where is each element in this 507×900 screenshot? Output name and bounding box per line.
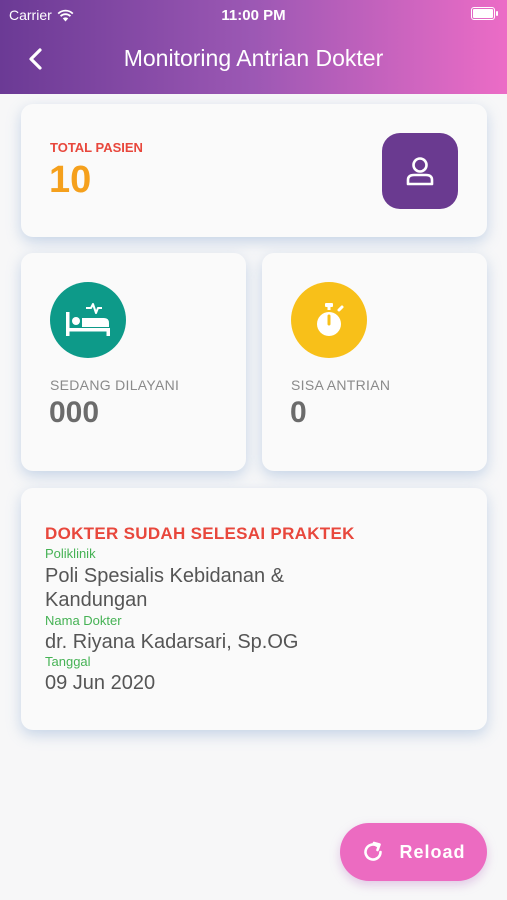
date-value: 09 Jun 2020 [45,672,156,694]
total-patients-card: TOTAL PASIEN 10 [21,104,487,237]
poliklinik-label: Poliklinik [45,546,96,561]
status-time: 11:00 PM [221,7,286,24]
remaining-queue-label: SISA ANTRIAN [291,377,391,393]
remaining-queue-value: 0 [290,396,307,429]
app-header: Carrier 11:00 PM Monitoring Antrian Dokt… [0,0,507,94]
date-label: Tanggal [45,654,91,669]
total-patients-value: 10 [49,159,92,201]
refresh-icon [364,841,383,861]
stopwatch-icon [291,282,367,358]
remaining-queue-card: SISA ANTRIAN 0 [262,253,487,471]
doctor-name-label: Nama Dokter [45,613,122,628]
page-title: Monitoring Antrian Dokter [123,45,384,71]
status-bar: Carrier 11:00 PM [0,5,507,25]
reload-button-label: Reload [399,841,466,862]
poliklinik-value: Poli Spesialis Kebidanan & Kandungan [45,565,285,611]
practice-status-text: DOKTER SUDAH SELESAI PRAKTEK [45,524,355,543]
serving-card: SEDANG DILAYANI 000 [21,253,246,471]
hospital-bed-icon [50,282,126,358]
user-icon [382,133,458,209]
doctor-name-value: dr. Riyana Kadarsari, Sp.OG [45,631,299,653]
serving-value: 000 [49,396,100,429]
doctor-info-card: DOKTER SUDAH SELESAI PRAKTEK Poliklinik … [21,488,487,730]
reload-button[interactable]: Reload [340,823,487,881]
battery-icon [471,7,498,20]
total-patients-label: TOTAL PASIEN [50,140,143,155]
serving-label: SEDANG DILAYANI [50,377,180,393]
